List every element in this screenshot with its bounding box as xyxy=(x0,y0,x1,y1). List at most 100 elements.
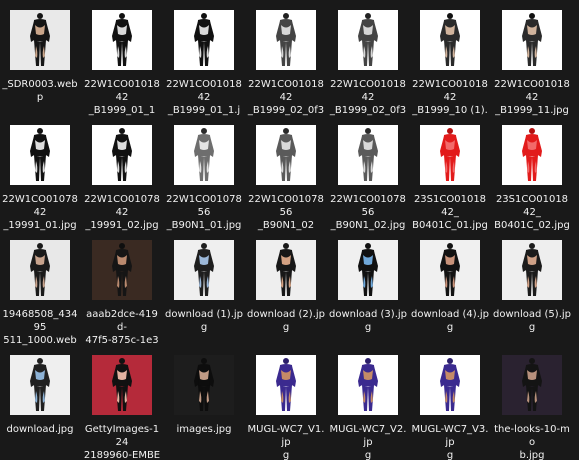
file-item[interactable]: download (3).jpg xyxy=(329,240,407,352)
file-item[interactable]: 22W1CO0101842 _B1999_01_1 (1).jpg xyxy=(83,10,161,122)
figure-head xyxy=(37,13,43,19)
file-name[interactable]: 22W1CO0101842 _B1999_01_1 (1).jpg xyxy=(83,78,161,117)
figure-head xyxy=(201,243,207,249)
file-item[interactable]: 22W1CO0101842 _B1999_02_0f335 de9-6188-4… xyxy=(247,10,325,122)
file-name[interactable]: the-looks-10-mo b.jpg xyxy=(493,423,571,460)
file-thumbnail[interactable] xyxy=(256,10,316,70)
file-name[interactable]: GettyImages-124 2189960-EMBED xyxy=(83,423,161,460)
file-item[interactable]: 23S1CO0101842_ B0401C_02.jpg xyxy=(493,125,571,237)
file-name[interactable]: MUGL-WC7_V1.jp g xyxy=(247,423,325,460)
figure-head xyxy=(119,358,125,364)
file-name[interactable]: 23S1CO0101842_ B0401C_01.jpg xyxy=(411,193,489,232)
file-thumbnail[interactable] xyxy=(10,355,70,415)
file-thumbnail[interactable] xyxy=(92,240,152,300)
file-item[interactable]: 22W1CO0107856 _B90N1_01.jpg xyxy=(165,125,243,237)
file-name[interactable]: 23S1CO0101842_ B0401C_02.jpg xyxy=(493,193,571,232)
file-thumbnail[interactable] xyxy=(420,240,480,300)
file-name[interactable]: download (5).jpg xyxy=(493,308,571,334)
file-thumbnail[interactable] xyxy=(420,125,480,185)
file-name[interactable]: MUGL-WC7_V3.jp g xyxy=(411,423,489,460)
file-thumbnail[interactable] xyxy=(502,125,562,185)
file-item[interactable]: 23S1CO0101842_ B0401C_01.jpg xyxy=(411,125,489,237)
file-name[interactable]: MUGL-WC7_V2.jp g xyxy=(329,423,407,460)
file-name[interactable]: download.jpg xyxy=(1,423,79,436)
file-name[interactable]: download (1).jpg xyxy=(165,308,243,334)
file-item[interactable]: download.jpg xyxy=(1,355,79,460)
file-thumbnail[interactable] xyxy=(10,10,70,70)
file-item[interactable]: 22W1CO0101842 _B1999_02_0f335 de9-6188-4… xyxy=(329,10,407,122)
file-item[interactable]: 22W1CO0107856 _B90N1_02 (1).jpg xyxy=(247,125,325,237)
file-thumbnail[interactable] xyxy=(338,355,398,415)
file-thumbnail[interactable] xyxy=(338,10,398,70)
figure-head xyxy=(447,128,453,134)
file-item[interactable]: 22W1CO0101842 _B1999_11.jpg xyxy=(493,10,571,122)
file-thumbnail[interactable] xyxy=(174,125,234,185)
file-thumbnail[interactable] xyxy=(92,10,152,70)
file-thumbnail[interactable] xyxy=(256,355,316,415)
figure-head xyxy=(365,243,371,249)
file-item[interactable]: download (5).jpg xyxy=(493,240,571,352)
file-thumbnail[interactable] xyxy=(174,10,234,70)
file-name[interactable]: 22W1CO0107842 _19991_02.jpg xyxy=(83,193,161,232)
file-name[interactable]: 19468508_43495 511_1000.webp xyxy=(1,308,79,347)
file-name[interactable]: images.jpg xyxy=(165,423,243,436)
figure-head xyxy=(365,358,371,364)
file-name[interactable]: 22W1CO0107842 _19991_01.jpg xyxy=(1,193,79,232)
file-thumbnail[interactable] xyxy=(10,240,70,300)
file-item[interactable]: download (1).jpg xyxy=(165,240,243,352)
file-item[interactable]: GettyImages-124 2189960-EMBED xyxy=(83,355,161,460)
file-thumbnail[interactable] xyxy=(10,125,70,185)
file-name[interactable]: aaab2dce-419d- 47f5-875c-1e314 d1c09a5.j… xyxy=(83,308,161,347)
file-thumbnail[interactable] xyxy=(420,355,480,415)
file-item[interactable]: 19468508_43495 511_1000.webp xyxy=(1,240,79,352)
figure-head xyxy=(529,358,535,364)
figure-head xyxy=(283,243,289,249)
file-thumbnail[interactable] xyxy=(256,125,316,185)
file-thumbnail[interactable] xyxy=(338,240,398,300)
file-name[interactable]: 22W1CO0101842 _B1999_02_0f335 de9-6188-4… xyxy=(247,78,325,117)
file-thumbnail[interactable] xyxy=(174,240,234,300)
file-item[interactable]: 22W1CO0107842 _19991_02.jpg xyxy=(83,125,161,237)
file-item[interactable]: 22W1CO0107842 _19991_01.jpg xyxy=(1,125,79,237)
file-item[interactable]: _SDR0003.webp xyxy=(1,10,79,122)
file-item[interactable]: 22W1CO0101842 _B1999_10 (1).jpg xyxy=(411,10,489,122)
file-item[interactable]: 22W1CO0101842 _B1999_01_1.jpg xyxy=(165,10,243,122)
file-thumbnail[interactable] xyxy=(92,355,152,415)
file-name[interactable]: 22W1CO0107856 _B90N1_01.jpg xyxy=(165,193,243,232)
file-item[interactable]: MUGL-WC7_V3.jp g xyxy=(411,355,489,460)
figure-head xyxy=(447,13,453,19)
file-thumbnail[interactable] xyxy=(256,240,316,300)
file-thumbnail[interactable] xyxy=(338,125,398,185)
file-name[interactable]: download (2).jpg xyxy=(247,308,325,334)
figure-head xyxy=(37,128,43,134)
file-thumbnail[interactable] xyxy=(92,125,152,185)
file-name[interactable]: 22W1CO0107856 _B90N1_02 (1).jpg xyxy=(247,193,325,232)
file-item[interactable]: MUGL-WC7_V2.jp g xyxy=(329,355,407,460)
file-item[interactable]: aaab2dce-419d- 47f5-875c-1e314 d1c09a5.j… xyxy=(83,240,161,352)
file-item[interactable]: MUGL-WC7_V1.jp g xyxy=(247,355,325,460)
file-thumbnail[interactable] xyxy=(502,10,562,70)
file-item[interactable]: 22W1CO0107856 _B90N1_02.jpg xyxy=(329,125,407,237)
file-thumbnail[interactable] xyxy=(174,355,234,415)
file-item[interactable]: images.jpg xyxy=(165,355,243,460)
file-item[interactable]: download (2).jpg xyxy=(247,240,325,352)
file-name[interactable]: 22W1CO0107856 _B90N1_02.jpg xyxy=(329,193,407,232)
file-thumbnail[interactable] xyxy=(420,10,480,70)
figure-head xyxy=(119,243,125,249)
file-item[interactable]: the-looks-10-mo b.jpg xyxy=(493,355,571,460)
file-thumbnail[interactable] xyxy=(502,355,562,415)
file-name[interactable]: 22W1CO0101842 _B1999_01_1.jpg xyxy=(165,78,243,117)
file-grid: _SDR0003.webp22W1CO0101842 _B1999_01_1 (… xyxy=(0,0,579,460)
file-name[interactable]: download (4).jpg xyxy=(411,308,489,334)
file-name[interactable]: download (3).jpg xyxy=(329,308,407,334)
file-name[interactable]: 22W1CO0101842 _B1999_10 (1).jpg xyxy=(411,78,489,117)
file-thumbnail[interactable] xyxy=(502,240,562,300)
file-item[interactable]: download (4).jpg xyxy=(411,240,489,352)
figure-head xyxy=(283,128,289,134)
figure-head xyxy=(365,128,371,134)
figure-head xyxy=(283,13,289,19)
file-name[interactable]: _SDR0003.webp xyxy=(1,78,79,104)
file-name[interactable]: 22W1CO0101842 _B1999_02_0f335 de9-6188-4… xyxy=(329,78,407,117)
file-name[interactable]: 22W1CO0101842 _B1999_11.jpg xyxy=(493,78,571,117)
figure-head xyxy=(447,243,453,249)
